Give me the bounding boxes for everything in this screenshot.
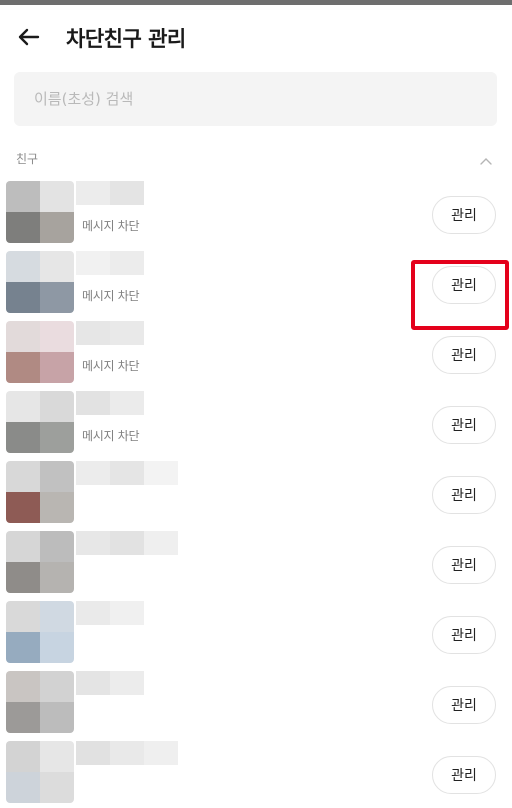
- search-input[interactable]: [14, 72, 497, 126]
- manage-button[interactable]: 관리: [432, 336, 496, 374]
- name-blurred: [76, 181, 144, 205]
- manage-button[interactable]: 관리: [432, 266, 496, 304]
- friend-row: 메시지 차단 관리: [0, 245, 512, 315]
- friend-row: 관리: [0, 595, 512, 665]
- block-status: 메시지 차단: [82, 429, 140, 443]
- avatar-blurred: [6, 671, 74, 733]
- manage-button[interactable]: 관리: [432, 756, 496, 794]
- friend-row: 메시지 차단 관리: [0, 315, 512, 385]
- manage-button[interactable]: 관리: [432, 686, 496, 724]
- friend-row: 메시지 차단 관리: [0, 175, 512, 245]
- chevron-up-icon[interactable]: [478, 152, 494, 165]
- manage-button[interactable]: 관리: [432, 476, 496, 514]
- block-status: 메시지 차단: [82, 219, 140, 233]
- section-label-friends: 친구: [16, 152, 39, 166]
- avatar-blurred: [6, 531, 74, 593]
- name-blurred: [76, 601, 144, 625]
- friend-row: 관리: [0, 735, 512, 805]
- arrow-left-icon[interactable]: [14, 22, 44, 52]
- avatar-blurred: [6, 391, 74, 453]
- friend-row: 관리: [0, 525, 512, 595]
- avatar-blurred: [6, 741, 74, 803]
- block-status: 메시지 차단: [82, 359, 140, 373]
- manage-button[interactable]: 관리: [432, 196, 496, 234]
- name-blurred: [76, 461, 178, 485]
- name-blurred: [76, 531, 178, 555]
- manage-button[interactable]: 관리: [432, 406, 496, 444]
- avatar-blurred: [6, 321, 74, 383]
- manage-button[interactable]: 관리: [432, 546, 496, 584]
- name-blurred: [76, 251, 144, 275]
- friend-row: 관리: [0, 455, 512, 525]
- avatar-blurred: [6, 601, 74, 663]
- manage-button[interactable]: 관리: [432, 616, 496, 654]
- friend-row: 관리: [0, 665, 512, 735]
- name-blurred: [76, 741, 178, 765]
- name-blurred: [76, 321, 144, 345]
- app-header: 차단친구 관리: [0, 5, 512, 67]
- name-blurred: [76, 391, 144, 415]
- avatar-blurred: [6, 181, 74, 243]
- friend-row: 메시지 차단 관리: [0, 385, 512, 455]
- avatar-blurred: [6, 461, 74, 523]
- search-box[interactable]: [14, 72, 497, 126]
- page-title: 차단친구 관리: [66, 27, 186, 51]
- avatar-blurred: [6, 251, 74, 313]
- name-blurred: [76, 671, 144, 695]
- block-status: 메시지 차단: [82, 289, 140, 303]
